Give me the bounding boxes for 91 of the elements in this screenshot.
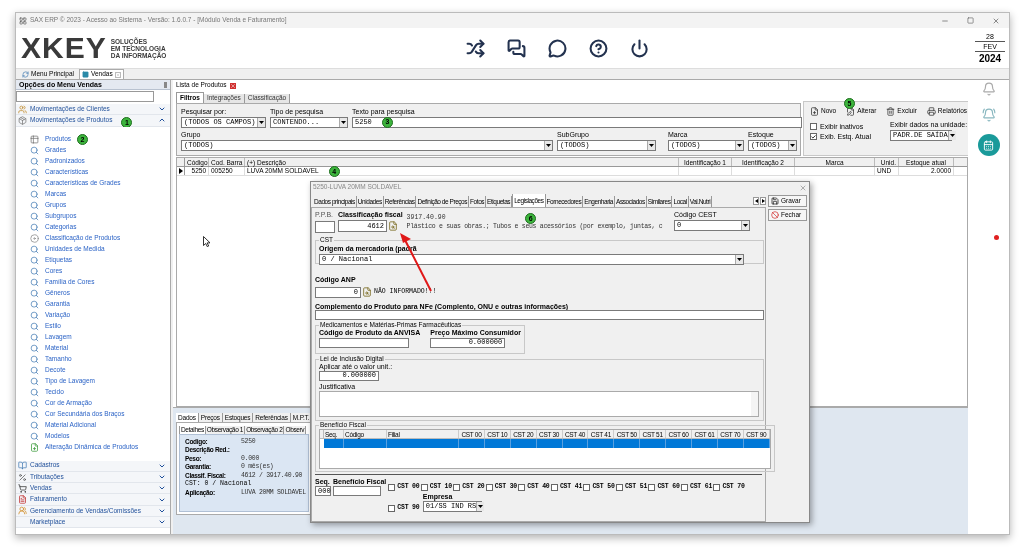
search-icon	[30, 255, 39, 265]
checkbox[interactable]	[648, 484, 656, 491]
checkbox[interactable]	[550, 484, 558, 491]
search-icon	[30, 299, 39, 309]
checkbox[interactable]	[420, 484, 428, 491]
checkbox[interactable]	[615, 484, 623, 491]
people-icon	[18, 506, 27, 516]
search-icon	[30, 376, 39, 386]
checkbox[interactable]	[713, 484, 721, 491]
percent-icon	[18, 472, 27, 482]
search-icon	[30, 420, 39, 430]
checkbox[interactable]	[453, 484, 461, 491]
caret-icon	[339, 118, 347, 127]
shuffle-icon[interactable]	[466, 38, 486, 58]
module-icon	[82, 71, 89, 78]
search-icon	[30, 343, 39, 353]
search-icon	[30, 145, 39, 155]
checkbox[interactable]	[388, 505, 396, 512]
search-icon	[30, 211, 39, 221]
help-icon[interactable]	[589, 38, 609, 58]
checkbox[interactable]	[518, 484, 526, 491]
caret-icon	[947, 131, 956, 140]
search-icon	[30, 321, 39, 331]
search-icon	[30, 277, 39, 287]
caret-icon	[647, 141, 655, 150]
search-icon	[30, 398, 39, 408]
current-row-icon	[178, 168, 183, 174]
search-icon	[30, 288, 39, 298]
search-icon	[30, 167, 39, 177]
calendar-button[interactable]	[977, 134, 1000, 156]
search-icon	[30, 310, 39, 320]
app-icon	[19, 16, 27, 25]
forbidden-icon	[771, 211, 779, 219]
caret-icon	[788, 141, 796, 150]
lookup-icon[interactable]	[388, 221, 398, 231]
caret-icon	[544, 141, 552, 150]
search-icon	[30, 409, 39, 419]
refresh-icon	[22, 70, 29, 78]
search-icon	[30, 200, 39, 210]
anvisa-field[interactable]	[319, 337, 409, 348]
caret-icon	[257, 118, 265, 127]
date-year: 2024	[978, 51, 1002, 65]
power-icon[interactable]	[630, 38, 650, 58]
scroll-left-button[interactable]	[753, 197, 759, 205]
search-icon	[30, 332, 39, 342]
justification-field[interactable]	[319, 390, 759, 417]
checkbox[interactable]	[583, 484, 591, 491]
scrollbar[interactable]	[751, 391, 758, 416]
search-icon	[30, 387, 39, 397]
search-icon	[30, 222, 39, 232]
document-add-icon	[30, 442, 39, 452]
document-icon	[18, 495, 27, 505]
caret-icon	[735, 254, 743, 264]
chat-icon[interactable]	[507, 38, 527, 58]
caret-icon	[741, 221, 749, 230]
floppy-icon	[771, 197, 779, 205]
search-icon	[30, 244, 39, 254]
search-icon	[30, 365, 39, 375]
checkbox[interactable]	[388, 484, 396, 491]
scroll-right-button[interactable]	[760, 197, 766, 205]
new-document-icon	[810, 107, 819, 116]
cart-icon	[18, 483, 27, 493]
calendar-icon	[983, 139, 994, 151]
checkbox[interactable]	[810, 133, 817, 140]
disc-icon	[30, 233, 39, 243]
logo: XKEY	[21, 33, 107, 63]
ppb-field[interactable]	[315, 221, 335, 233]
printer-icon	[926, 107, 936, 116]
box-icon	[18, 115, 27, 125]
lookup-icon[interactable]	[362, 287, 372, 297]
search-icon	[30, 266, 39, 276]
caret-icon	[476, 502, 485, 511]
complement-field[interactable]	[315, 310, 764, 320]
table-icon	[30, 134, 39, 144]
trash-icon	[886, 107, 896, 116]
pin-icon	[164, 81, 167, 88]
edit-document-icon	[846, 107, 856, 116]
book-icon	[18, 461, 27, 471]
checkbox[interactable]	[680, 484, 688, 491]
search-icon	[30, 431, 39, 441]
checkbox[interactable]	[810, 123, 817, 130]
search-field[interactable]	[16, 91, 154, 102]
cursor-icon	[203, 236, 210, 247]
search-icon	[30, 156, 39, 166]
search-icon	[30, 354, 39, 364]
benefit-field[interactable]	[333, 486, 381, 496]
checkbox[interactable]	[485, 484, 493, 491]
search-icon	[30, 178, 39, 188]
search-icon	[30, 189, 39, 199]
caret-icon	[735, 141, 743, 150]
people-icon	[18, 104, 27, 114]
